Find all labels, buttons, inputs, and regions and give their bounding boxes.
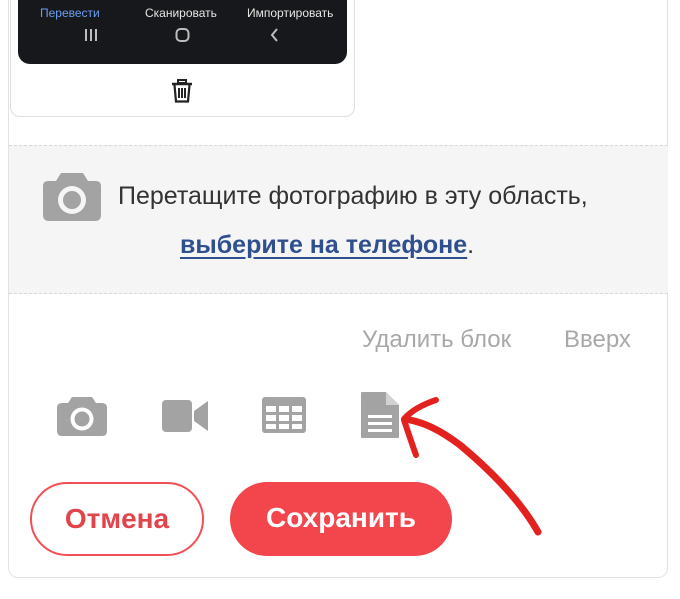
choose-on-phone-link[interactable]: выберите на телефоне [180, 231, 467, 259]
dropzone-instruction: Перетащите фотографию в эту область, [118, 182, 588, 210]
camera-icon[interactable] [56, 395, 108, 437]
cancel-button[interactable]: Отмена [30, 482, 204, 556]
document-icon[interactable] [360, 391, 400, 439]
move-up-link[interactable]: Вверх [564, 326, 631, 354]
camera-icon [43, 173, 101, 221]
save-button[interactable]: Сохранить [230, 482, 452, 556]
phone-tab-translate: Перевести [40, 6, 100, 20]
phone-screenshot-preview: Перевести Сканировать Импортировать [18, 0, 347, 64]
phone-tab-scan: Сканировать [145, 6, 217, 20]
home-icon [175, 28, 190, 42]
delete-block-link[interactable]: Удалить блок [362, 326, 511, 354]
photo-dropzone[interactable] [9, 145, 668, 294]
phone-tab-import: Импортировать [247, 6, 334, 20]
recent-apps-icon [85, 29, 97, 41]
video-icon[interactable] [161, 397, 209, 435]
trash-icon[interactable] [171, 79, 193, 103]
table-icon[interactable] [262, 397, 306, 433]
dropzone-suffix: . [467, 231, 475, 259]
back-icon [270, 28, 278, 42]
dropzone-link-line: выберите на телефоне. [180, 231, 474, 260]
